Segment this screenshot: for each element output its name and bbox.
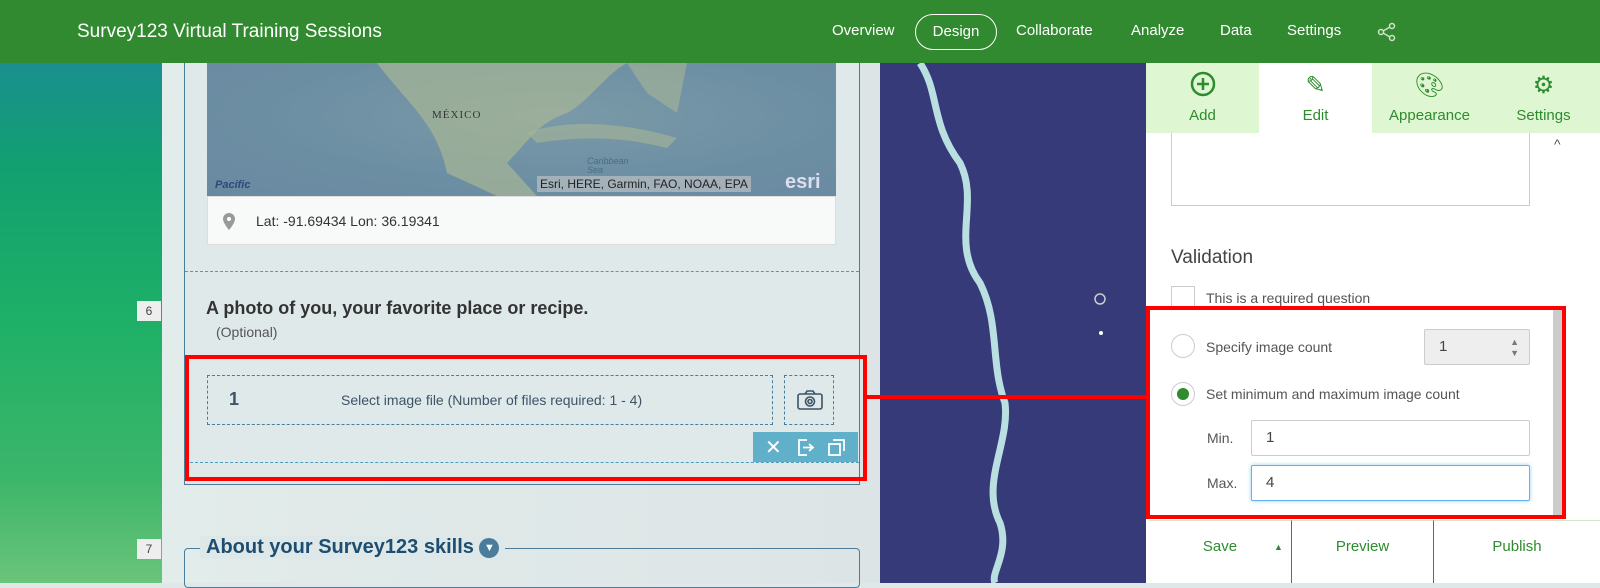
location-pin-icon xyxy=(223,213,235,230)
geopoint-map[interactable]: MÉXICO Caribbean Sea Pacific Esri, HERE,… xyxy=(207,63,836,196)
publish-button[interactable]: Publish xyxy=(1433,520,1600,583)
tab-label: Appearance xyxy=(1389,107,1470,124)
required-label: This is a required question xyxy=(1206,290,1371,306)
scroll-up-icon[interactable]: ^ xyxy=(1554,136,1561,152)
map-label-country: MÉXICO xyxy=(432,109,482,121)
question-number: 6 xyxy=(137,301,161,321)
question-number: 7 xyxy=(137,539,161,559)
validation-heading: Validation xyxy=(1171,247,1254,268)
map-label-ocean: Pacific xyxy=(215,179,251,191)
nav-collaborate[interactable]: Collaborate xyxy=(1016,22,1093,39)
nav-settings[interactable]: Settings xyxy=(1287,22,1341,39)
edit-panel: Add ✎ Edit 🎨︎ Appearance ⚙ Settings ^ Valid… xyxy=(1146,63,1600,583)
question-title: A photo of you, your favorite place or r… xyxy=(206,298,589,318)
required-checkbox[interactable] xyxy=(1171,286,1195,308)
settings-doc-icon: ⚙ xyxy=(1532,72,1555,99)
nav-data[interactable]: Data xyxy=(1220,22,1252,39)
group-title-text: About your Survey123 skills xyxy=(206,536,474,558)
tab-appearance[interactable]: 🎨︎ Appearance xyxy=(1372,63,1487,133)
connector-line xyxy=(866,395,1148,399)
nav-analyze[interactable]: Analyze xyxy=(1131,22,1184,39)
description-textarea[interactable] xyxy=(1171,133,1530,206)
tab-edit[interactable]: ✎ Edit xyxy=(1259,63,1372,133)
share-icon[interactable] xyxy=(1377,22,1397,42)
group-title[interactable]: About your Survey123 skills ▼ xyxy=(200,536,506,559)
optional-label: (Optional) xyxy=(216,324,278,340)
nav-overview[interactable]: Overview xyxy=(832,22,895,39)
palette-icon: 🎨︎ xyxy=(1414,72,1445,99)
map-label-sea: Caribbean Sea xyxy=(587,156,629,175)
app-title: Survey123 Virtual Training Sessions xyxy=(77,21,382,42)
esri-logo: esri xyxy=(785,171,821,193)
plus-circle-icon xyxy=(1146,71,1259,101)
nav-design[interactable]: Design xyxy=(915,14,997,50)
collapse-icon[interactable]: ▼ xyxy=(479,537,500,558)
tab-label: Add xyxy=(1189,107,1216,124)
save-button[interactable]: Save ▲ xyxy=(1149,520,1291,583)
app-header: Survey123 Virtual Training Sessions Over… xyxy=(0,0,1600,63)
background-map xyxy=(0,63,162,583)
highlight-box xyxy=(185,355,867,481)
save-label: Save xyxy=(1202,538,1238,555)
map-attribution: Esri, HERE, Garmin, FAO, NOAA, EPA xyxy=(537,176,751,192)
tab-label: Edit xyxy=(1302,107,1329,124)
tab-add[interactable]: Add xyxy=(1146,63,1259,133)
pencil-icon: ✎ xyxy=(1305,72,1326,99)
tab-label: Settings xyxy=(1516,107,1571,124)
divider xyxy=(185,271,859,272)
location-bar: Lat: -91.69434 Lon: 36.19341 xyxy=(207,196,836,245)
preview-button[interactable]: Preview xyxy=(1291,520,1433,583)
save-menu-caret-icon[interactable]: ▲ xyxy=(1274,521,1283,573)
coordinates-text: Lat: -91.69434 Lon: 36.19341 xyxy=(256,213,440,229)
tab-settings[interactable]: ⚙ Settings xyxy=(1487,63,1600,133)
background-map-water xyxy=(880,63,1146,583)
highlight-box xyxy=(1146,306,1566,519)
